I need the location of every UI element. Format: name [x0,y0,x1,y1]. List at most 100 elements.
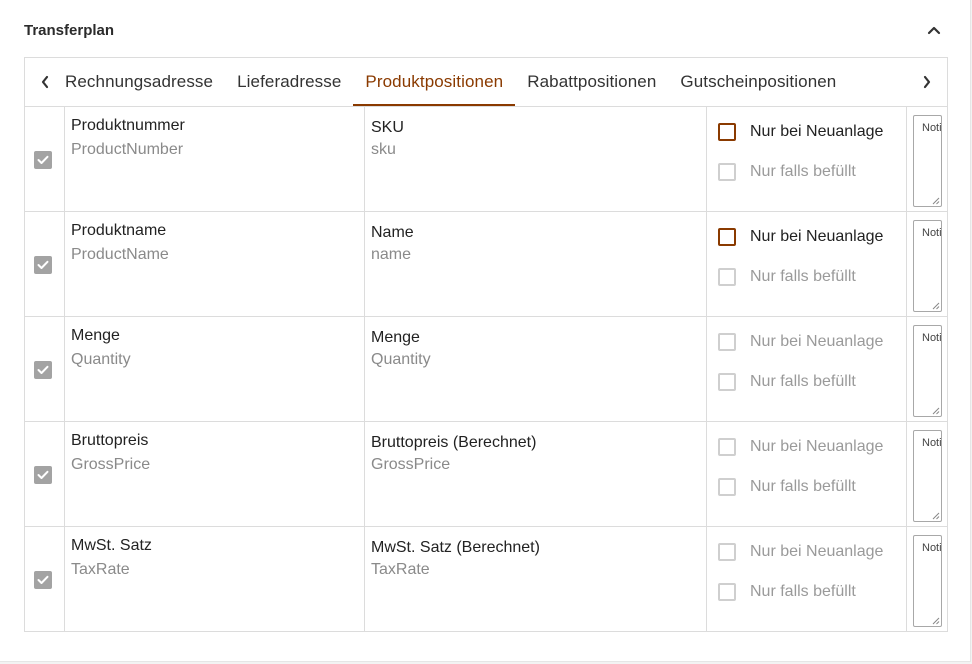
target-field-key: TaxRate [371,561,430,578]
row-enabled-checkbox[interactable] [34,256,52,274]
target-field-key: Quantity [371,351,431,368]
only-if-filled-option[interactable]: Nur falls befüllt [718,267,856,287]
row-check-cell [25,317,65,421]
only-if-filled-label: Nur falls befüllt [750,478,856,495]
only-if-filled-option[interactable]: Nur falls befüllt [718,477,856,497]
tabs-viewport: Rechnungsadresse Lieferadresse Produktposi… [65,58,907,106]
mapping-frame: Rechnungsadresse Lieferadresse Produktposi… [24,57,948,632]
note-cell: Notiz [907,107,947,211]
options-cell: Nur bei Neuanlage Nur falls befüllt [707,527,907,631]
note-text: Notiz [922,437,942,449]
only-on-create-option[interactable]: Nur bei Neuanlage [718,332,883,352]
resize-grip-icon[interactable] [932,617,940,625]
note-cell: Notiz [907,527,947,631]
only-if-filled-checkbox[interactable] [718,373,736,391]
resize-grip-icon[interactable] [932,302,940,310]
note-text: Notiz [922,122,942,134]
only-if-filled-label: Nur falls befüllt [750,583,856,600]
tab-lieferadresse[interactable]: Lieferadresse [225,58,353,106]
options-cell: Nur bei Neuanlage Nur falls befüllt [707,422,907,526]
note-textarea[interactable]: Notiz [913,430,942,522]
resize-grip-icon[interactable] [932,512,940,520]
tabs-prev-button[interactable] [25,58,65,106]
target-field-label: MwSt. Satz (Berechnet) [371,539,540,556]
checkmark-icon [37,155,49,164]
tab-gutscheinpositionen[interactable]: Gutscheinpositionen [668,58,848,106]
row-check-cell [25,212,65,316]
source-field-label: Produktname [71,222,167,239]
target-field-label: SKU [371,119,404,136]
target-field-cell[interactable]: SKU sku [365,107,707,211]
tab-rabattpositionen[interactable]: Rabattpositionen [515,58,668,106]
chevron-up-icon [927,26,941,35]
target-field-key: sku [371,141,396,158]
only-if-filled-checkbox[interactable] [718,478,736,496]
row-check-cell [25,527,65,631]
note-text: Notiz [922,332,942,344]
mapping-rows: Produktnummer ProductNumber SKU sku Nur … [25,107,947,631]
only-if-filled-checkbox[interactable] [718,583,736,601]
tab-rechnungsadresse[interactable]: Rechnungsadresse [65,58,225,106]
row-enabled-checkbox[interactable] [34,361,52,379]
tabs-next-button[interactable] [907,58,947,106]
mapping-row: Produktnummer ProductNumber SKU sku Nur … [25,107,947,212]
only-if-filled-option[interactable]: Nur falls befüllt [718,372,856,392]
only-if-filled-label: Nur falls befüllt [750,163,856,180]
note-textarea[interactable]: Notiz [913,325,942,417]
note-textarea[interactable]: Notiz [913,115,942,207]
options-cell: Nur bei Neuanlage Nur falls befüllt [707,212,907,316]
only-on-create-checkbox[interactable] [718,438,736,456]
source-field-cell: Menge Quantity [65,317,365,421]
transferplan-panel: Transferplan Rechnungsadresse Lieferadres… [0,0,971,662]
chevron-left-icon [41,75,49,89]
only-on-create-option[interactable]: Nur bei Neuanlage [718,542,883,562]
target-field-cell[interactable]: Menge Quantity [365,317,707,421]
options-cell: Nur bei Neuanlage Nur falls befüllt [707,317,907,421]
only-on-create-label: Nur bei Neuanlage [750,123,884,140]
target-field-cell[interactable]: Bruttopreis (Berechnet) GrossPrice [365,422,707,526]
only-on-create-checkbox[interactable] [718,543,736,561]
only-on-create-checkbox[interactable] [718,333,736,351]
mapping-row: MwSt. Satz TaxRate MwSt. Satz (Berechnet… [25,527,947,631]
source-field-label: Menge [71,327,120,344]
target-field-key: GrossPrice [371,456,451,473]
tab-produktpositionen[interactable]: Produktpositionen [353,58,516,106]
checkmark-icon [37,575,49,584]
note-text: Notiz [922,227,942,239]
row-check-cell [25,422,65,526]
note-cell: Notiz [907,212,947,316]
source-field-key: ProductName [71,246,169,263]
note-textarea[interactable]: Notiz [913,535,942,627]
note-cell: Notiz [907,422,947,526]
source-field-cell: Bruttopreis GrossPrice [65,422,365,526]
only-if-filled-label: Nur falls befüllt [750,373,856,390]
only-on-create-option[interactable]: Nur bei Neuanlage [718,227,883,247]
only-if-filled-option[interactable]: Nur falls befüllt [718,162,856,182]
target-field-cell[interactable]: MwSt. Satz (Berechnet) TaxRate [365,527,707,631]
panel-title: Transferplan [24,21,115,39]
target-field-key: name [371,246,412,263]
only-on-create-checkbox[interactable] [718,228,736,246]
only-if-filled-option[interactable]: Nur falls befüllt [718,582,856,602]
row-enabled-checkbox[interactable] [34,571,52,589]
resize-grip-icon[interactable] [932,197,940,205]
only-if-filled-checkbox[interactable] [718,268,736,286]
only-on-create-checkbox[interactable] [718,123,736,141]
only-if-filled-checkbox[interactable] [718,163,736,181]
collapse-button[interactable] [922,18,946,42]
source-field-label: Produktnummer [71,117,185,134]
target-field-label: Bruttopreis (Berechnet) [371,434,537,451]
options-cell: Nur bei Neuanlage Nur falls befüllt [707,107,907,211]
target-field-cell[interactable]: Name name [365,212,707,316]
source-field-key: TaxRate [71,561,130,578]
tab-bar: Rechnungsadresse Lieferadresse Produktposi… [25,58,947,107]
resize-grip-icon[interactable] [932,407,940,415]
row-enabled-checkbox[interactable] [34,151,52,169]
panel-header: Transferplan [24,18,946,42]
note-textarea[interactable]: Notiz [913,220,942,312]
only-on-create-option[interactable]: Nur bei Neuanlage [718,437,883,457]
only-on-create-option[interactable]: Nur bei Neuanlage [718,122,883,142]
row-enabled-checkbox[interactable] [34,466,52,484]
target-field-label: Menge [371,329,420,346]
checkmark-icon [37,260,49,269]
